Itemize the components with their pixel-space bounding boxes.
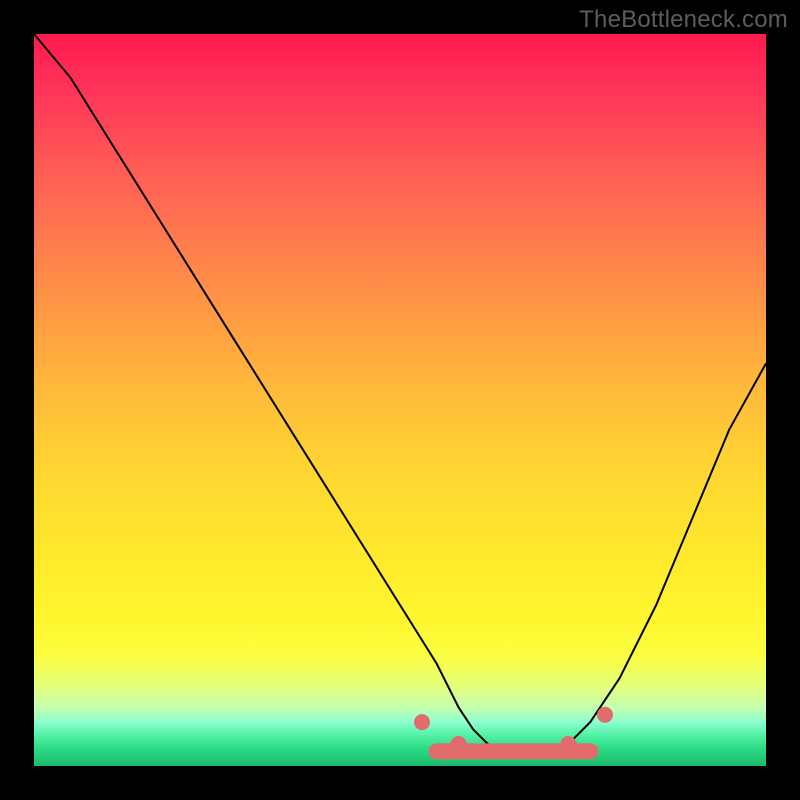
flat-zone-dot	[560, 736, 576, 752]
flat-zone-dot	[414, 714, 430, 730]
plot-area	[34, 34, 766, 766]
flat-zone-dot	[597, 707, 613, 723]
curve-path	[34, 34, 766, 751]
bottleneck-curve	[34, 34, 766, 766]
flat-zone-dot	[451, 736, 467, 752]
watermark-text: TheBottleneck.com	[579, 6, 788, 34]
chart-frame: TheBottleneck.com	[0, 0, 800, 800]
